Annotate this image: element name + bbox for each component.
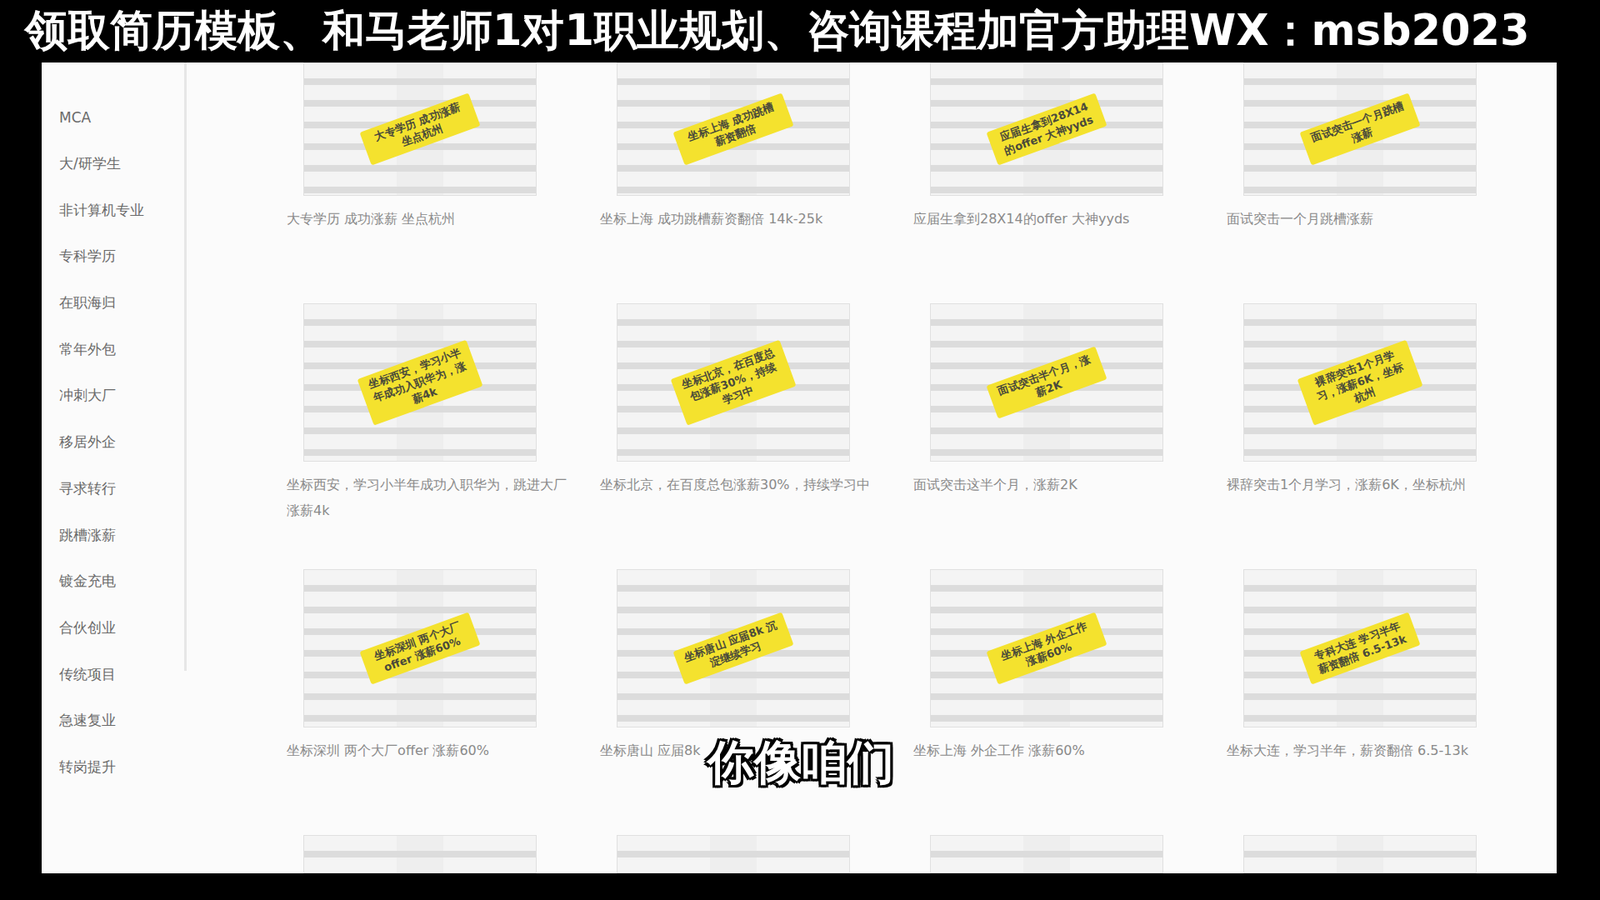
chat-screenshot xyxy=(1243,835,1477,874)
chat-screenshot: 应届生拿到28X14的offer 大神yyds xyxy=(930,62,1164,196)
chat-screenshot: 坐标西安，学习小半年成功入职华为，涨薪4k xyxy=(303,303,537,462)
chat-screenshot: 面试突击一个月跳槽涨薪 xyxy=(1243,62,1477,196)
chat-screenshot: 坐标北京，在百度总包涨薪30%，持续学习中 xyxy=(616,303,850,462)
chat-screenshot xyxy=(303,835,537,874)
sidebar-item[interactable]: 跳槽涨薪 xyxy=(59,511,185,559)
promo-text: 领取简历模板、和马老师1对1职业规划、咨询课程加官方助理WX：msb2023 xyxy=(25,2,1530,60)
sidebar: MCA大/研学生非计算机专业专科学历在职海归常年外包冲刺大厂移居外企寻求转行跳槽… xyxy=(41,62,187,671)
video-frame: 领取简历模板、和马老师1对1职业规划、咨询课程加官方助理WX：msb2023MC… xyxy=(0,0,1600,900)
chat-screenshot: 专科大连 学习半年 薪资翻倍 6.5-13k xyxy=(1243,569,1477,728)
highlight-tag: 坐标上海 成功跳槽薪资翻倍 xyxy=(673,93,795,166)
story-card[interactable] xyxy=(286,835,570,874)
highlight-tag: 坐标深圳 两个大厂offer 涨薪60% xyxy=(360,612,481,685)
highlight-tag: 大专学历 成功涨薪 坐点杭州 xyxy=(360,93,481,166)
promo-banner: 领取简历模板、和马老师1对1职业规划、咨询课程加官方助理WX：msb2023 xyxy=(0,0,1600,63)
card-caption: 坐标上海 外企工作 涨薪60% xyxy=(913,737,1197,790)
highlight-tag: 坐标上海 外企工作 涨薪60% xyxy=(986,612,1108,685)
card-caption: 坐标西安，学习小半年成功入职华为，跳进大厂涨薪4k xyxy=(286,471,570,524)
sidebar-item[interactable]: 急速复业 xyxy=(59,697,185,745)
story-card[interactable]: 面试突击一个月跳槽涨薪面试突击一个月跳槽涨薪 xyxy=(1226,62,1510,258)
card-caption: 裸辞突击1个月学习，涨薪6K，坐标杭州 xyxy=(1226,471,1510,524)
chat-screenshot xyxy=(930,835,1164,874)
sidebar-item[interactable]: 移居外企 xyxy=(59,419,185,466)
story-card[interactable]: 坐标西安，学习小半年成功入职华为，涨薪4k 坐标西安，学习小半年成功入职华为，跳进… xyxy=(286,303,570,524)
highlight-tag: 面试突击一个月跳槽涨薪 xyxy=(1300,93,1421,166)
subtitle: 你像咱们 xyxy=(707,731,895,795)
sidebar-item[interactable]: 专科学历 xyxy=(59,233,185,280)
card-caption: 面试突击一个月跳槽涨薪 xyxy=(1226,205,1510,258)
card-caption: 坐标深圳 两个大厂offer 涨薪60% xyxy=(286,737,570,790)
sidebar-item[interactable]: 传统项目 xyxy=(59,650,185,698)
chat-screenshot: 面试突击半个月，涨薪2K xyxy=(930,303,1164,462)
card-caption: 面试突击这半个月，涨薪2K xyxy=(913,471,1197,524)
story-card[interactable] xyxy=(600,835,884,874)
chat-screenshot: 坐标上海 成功跳槽薪资翻倍 xyxy=(616,62,850,196)
card-caption: 应届生拿到28X14的offer 大神yyds xyxy=(913,205,1197,258)
sidebar-item[interactable]: 在职海归 xyxy=(59,280,185,327)
story-card[interactable]: 大专学历 成功涨薪 坐点杭州大专学历 成功涨薪 坐点杭州 xyxy=(286,62,570,258)
story-card[interactable]: 坐标上海 外企工作 涨薪60% 坐标上海 外企工作 涨薪60% xyxy=(913,569,1197,790)
story-card[interactable]: 裸辞突击1个月学习，涨薪6K，坐标杭州裸辞突击1个月学习，涨薪6K，坐标杭州 xyxy=(1226,303,1510,524)
highlight-tag: 应届生拿到28X14的offer 大神yyds xyxy=(986,93,1108,166)
story-card[interactable]: 面试突击半个月，涨薪2K 面试突击这半个月，涨薪2K xyxy=(913,303,1197,524)
sidebar-item[interactable]: 合伙创业 xyxy=(59,605,185,652)
card-caption: 坐标上海 成功跳槽薪资翻倍 14k-25k xyxy=(600,205,884,258)
chat-screenshot xyxy=(616,835,850,874)
chat-screenshot: 坐标唐山 应届8k 沉淀继续学习 xyxy=(616,569,850,728)
chat-screenshot: 裸辞突击1个月学习，涨薪6K，坐标杭州 xyxy=(1243,303,1477,462)
story-card[interactable]: 专科大连 学习半年 薪资翻倍 6.5-13k 坐标大连，学习半年，薪资翻倍 6.5… xyxy=(1226,569,1510,790)
story-card[interactable]: 坐标北京，在百度总包涨薪30%，持续学习中坐标北京，在百度总包涨薪30%，持续学… xyxy=(600,303,884,524)
highlight-tag: 专科大连 学习半年 薪资翻倍 6.5-13k xyxy=(1300,612,1421,685)
highlight-tag: 坐标北京，在百度总包涨薪30%，持续学习中 xyxy=(670,340,797,426)
card-caption: 坐标北京，在百度总包涨薪30%，持续学习中 xyxy=(600,471,884,524)
highlight-tag: 裸辞突击1个月学习，涨薪6K，坐标杭州 xyxy=(1297,340,1424,426)
sidebar-item[interactable]: 冲刺大厂 xyxy=(59,372,185,420)
sidebar-item[interactable]: 非计算机专业 xyxy=(59,186,185,234)
sidebar-item[interactable]: MCA xyxy=(59,94,185,141)
card-caption: 大专学历 成功涨薪 坐点杭州 xyxy=(286,205,570,258)
highlight-tag: 坐标西安，学习小半年成功入职华为，涨薪4k xyxy=(357,340,484,426)
chat-screenshot: 大专学历 成功涨薪 坐点杭州 xyxy=(303,62,537,196)
story-card[interactable] xyxy=(913,835,1197,874)
story-card[interactable]: 坐标上海 成功跳槽薪资翻倍坐标上海 成功跳槽薪资翻倍 14k-25k xyxy=(600,62,884,258)
sidebar-item[interactable]: 转岗提升 xyxy=(59,744,185,791)
sidebar-item[interactable]: 常年外包 xyxy=(59,325,185,373)
story-card[interactable]: 应届生拿到28X14的offer 大神yyds 应届生拿到28X14的offer … xyxy=(913,62,1197,258)
sidebar-item[interactable]: 镀金充电 xyxy=(59,558,185,605)
chat-screenshot: 坐标上海 外企工作 涨薪60% xyxy=(930,569,1164,728)
chat-screenshot: 坐标深圳 两个大厂offer 涨薪60% xyxy=(303,569,537,728)
highlight-tag: 坐标唐山 应届8k 沉淀继续学习 xyxy=(673,612,795,685)
card-caption: 坐标大连，学习半年，薪资翻倍 6.5-13k xyxy=(1226,737,1510,790)
sidebar-item[interactable]: 寻求转行 xyxy=(59,465,185,513)
sidebar-item[interactable]: 大/研学生 xyxy=(59,140,185,188)
story-card[interactable]: 坐标深圳 两个大厂offer 涨薪60% 坐标深圳 两个大厂offer 涨薪60% xyxy=(286,569,570,790)
highlight-tag: 面试突击半个月，涨薪2K xyxy=(986,346,1108,420)
story-card[interactable] xyxy=(1226,835,1510,874)
